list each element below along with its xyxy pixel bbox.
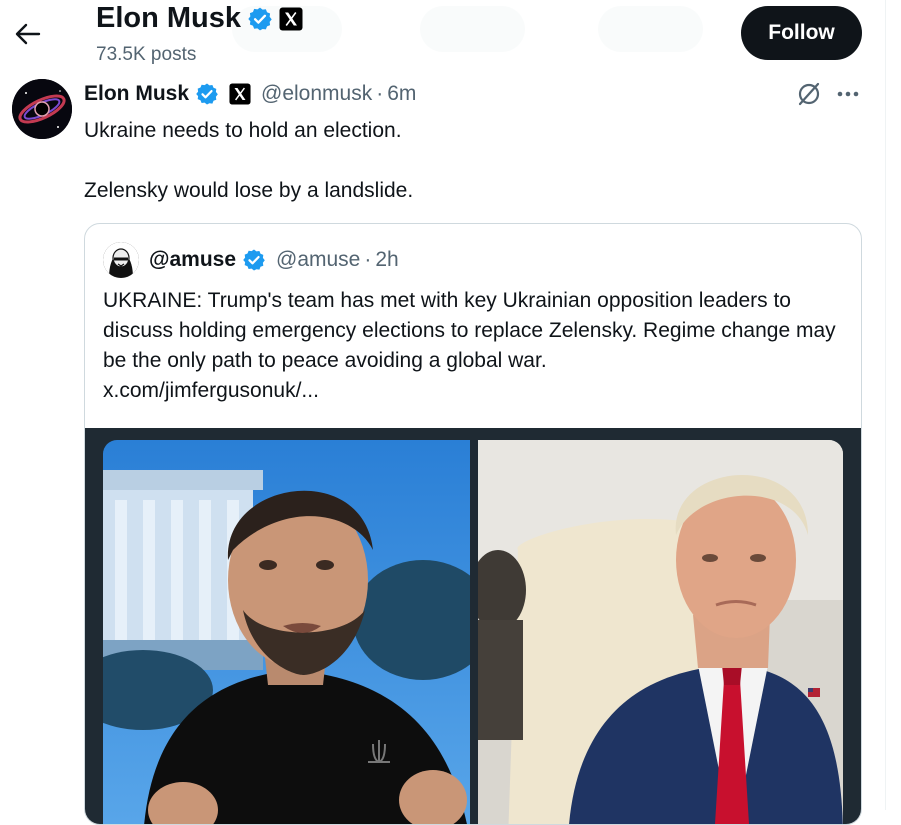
photo-trump [478,440,843,824]
follow-button[interactable]: Follow [741,6,862,60]
verified-badge-icon[interactable] [247,6,273,32]
author-avatar[interactable] [12,79,72,139]
tweet-header: Elon Musk @elonmusk · 6m [84,80,416,108]
verified-badge-icon[interactable] [195,82,219,106]
quoted-author-handle[interactable]: @amuse [276,248,360,272]
quoted-tweet-card[interactable]: @amuse @amuse · 2h UKRAINE: Trump's team… [84,223,862,825]
faded-nav-pill [598,6,703,52]
column-border [885,0,886,810]
grok-icon [798,82,820,106]
quoted-tweet-text: UKRAINE: Trump's team has met with key U… [103,289,836,372]
faded-nav-pill [420,6,525,52]
meta-separator: · [364,248,372,271]
quoted-author-name[interactable]: @amuse [149,248,236,272]
media-container [85,428,861,824]
more-options-button[interactable] [834,80,862,108]
ellipsis-icon [837,91,859,97]
tweet-text: Ukraine needs to hold an election. Zelen… [84,119,414,202]
photo-zelensky [103,440,470,824]
grok-button[interactable] [793,80,825,108]
author-name[interactable]: Elon Musk [84,82,189,106]
quoted-author-avatar[interactable] [103,242,139,278]
verified-badge-icon[interactable] [242,248,266,272]
post-count: 73.5K posts [96,44,197,65]
quoted-tweet-link[interactable]: x.com/jimfergusonuk/... [103,379,319,402]
meta-separator: · [376,82,384,105]
profile-name: Elon Musk [96,2,242,34]
author-handle[interactable]: @elonmusk [261,82,372,106]
avatar-image [12,79,72,139]
tweet-time[interactable]: 6m [387,82,416,106]
photo-right[interactable] [478,440,843,824]
photo-left[interactable] [103,440,470,824]
x-affiliate-badge-icon[interactable] [279,7,303,31]
profile-header-title: Elon Musk [96,2,303,35]
quoted-tweet-body: UKRAINE: Trump's team has met with key U… [103,286,843,406]
arrow-left-icon [15,23,41,45]
back-button[interactable] [12,18,44,50]
quoted-tweet-header: @amuse @amuse · 2h [103,242,399,278]
quoted-tweet-time: 2h [375,248,399,271]
avatar-image [103,242,139,278]
x-affiliate-badge-icon[interactable] [229,83,251,105]
